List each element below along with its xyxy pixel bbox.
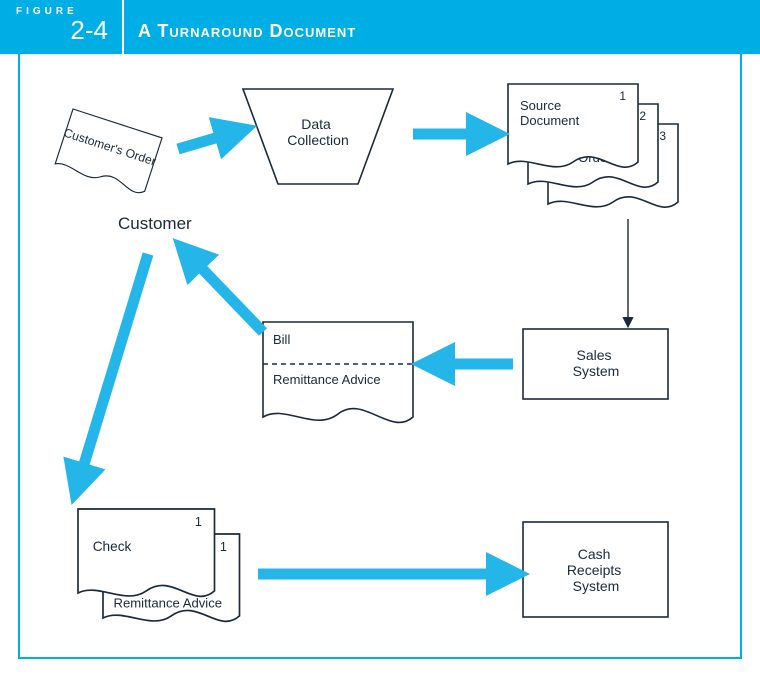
check-label: Check bbox=[93, 539, 132, 554]
figure-title: A Turnaround Document bbox=[124, 21, 356, 54]
data-collection-node: Data Collection bbox=[243, 89, 393, 184]
customer-label: Customer bbox=[118, 214, 192, 233]
remittance-copy-number: 1 bbox=[220, 540, 227, 554]
remittance-advice-label: Remittance Advice bbox=[273, 372, 381, 387]
sales-system-node: Sales System bbox=[523, 329, 668, 399]
bill-label: Bill bbox=[273, 332, 290, 347]
copy-number-1: 1 bbox=[619, 89, 626, 103]
diagram-canvas: Customer's Order Data Collection 3 2 Sal… bbox=[18, 54, 742, 659]
arrow-customer-to-check bbox=[78, 254, 148, 484]
sales-system-label: Sales System bbox=[573, 347, 620, 379]
check-remittance-stack: 1 Remittance Advice 1 Check bbox=[78, 509, 240, 621]
copy-number-3: 3 bbox=[659, 129, 666, 143]
arrow-order-to-collection bbox=[178, 132, 236, 149]
figure-page: FIGURE 2-4 A Turnaround Document Custome… bbox=[0, 0, 760, 675]
copy-number-2: 2 bbox=[639, 109, 646, 123]
remittance-advice-out-label: Remittance Advice bbox=[114, 596, 223, 611]
figure-number: 2-4 bbox=[16, 15, 122, 46]
figure-header: FIGURE 2-4 A Turnaround Document bbox=[0, 0, 760, 54]
source-document-stack: 3 2 Sales Order 1 Source Document bbox=[508, 84, 678, 207]
bill-remittance-node: Bill Remittance Advice bbox=[263, 322, 413, 422]
customers-order-document: Customer's Order bbox=[53, 109, 163, 196]
arrow-bill-to-customer bbox=[188, 254, 263, 332]
figure-number-block: FIGURE 2-4 bbox=[0, 0, 124, 54]
cash-receipts-system-node: Cash Receipts System bbox=[523, 522, 668, 617]
check-copy-number: 1 bbox=[195, 515, 202, 529]
